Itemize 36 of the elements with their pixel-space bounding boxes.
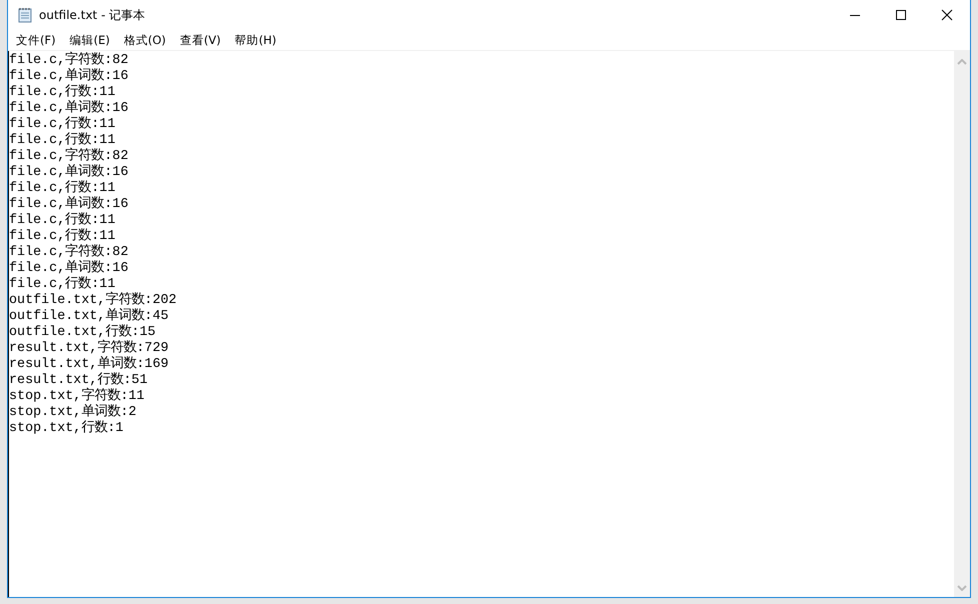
text-line: result.txt,单词数:169 <box>9 357 170 372</box>
close-icon <box>941 9 953 21</box>
text-line: file.c,单词数:16 <box>9 261 130 276</box>
text-line: outfile.txt,行数:15 <box>9 325 157 340</box>
notepad-icon <box>18 7 32 23</box>
menu-item[interactable]: 编辑(E) <box>68 32 111 48</box>
menu-item[interactable]: 文件(F) <box>15 32 57 48</box>
text-line: file.c,字符数:82 <box>9 53 130 68</box>
text-line: stop.txt,单词数:2 <box>9 405 138 420</box>
scrollbar[interactable] <box>954 51 970 597</box>
text-line: result.txt,行数:51 <box>9 373 148 388</box>
text-line: file.c,字符数:82 <box>9 149 130 164</box>
menu-item[interactable]: 查看(V) <box>178 32 222 48</box>
text-line: result.txt,字符数:729 <box>9 341 170 356</box>
text-line: stop.txt,行数:1 <box>9 421 124 437</box>
text-line: stop.txt,字符数:11 <box>9 389 146 404</box>
maximize-icon <box>895 9 907 21</box>
text-line: file.c,行数:11 <box>9 133 116 148</box>
scroll-up-icon[interactable] <box>957 59 967 65</box>
text-line: file.c,行数:11 <box>9 85 116 100</box>
text-line: file.c,字符数:82 <box>9 245 130 260</box>
text-line: file.c,行数:11 <box>9 229 116 244</box>
text-line: file.c,单词数:16 <box>9 101 130 116</box>
text-line: outfile.txt,单词数:45 <box>9 309 170 324</box>
text-line: file.c,行数:11 <box>9 277 116 292</box>
menu-item[interactable]: 帮助(H) <box>234 32 278 48</box>
window-title: outfile.txt - 记事本 <box>39 6 146 24</box>
text-line: file.c,单词数:16 <box>9 165 130 180</box>
text-line: file.c,行数:11 <box>9 213 116 228</box>
menu-item[interactable]: 格式(O) <box>122 32 167 48</box>
text-line: outfile.txt,字符数:202 <box>9 293 178 308</box>
text-line: file.c,行数:11 <box>9 117 116 132</box>
scroll-down-icon[interactable] <box>957 585 967 591</box>
text-line: file.c,行数:11 <box>9 181 116 196</box>
text-line: file.c,单词数:16 <box>9 197 130 212</box>
text-line: file.c,单词数:16 <box>9 69 130 84</box>
